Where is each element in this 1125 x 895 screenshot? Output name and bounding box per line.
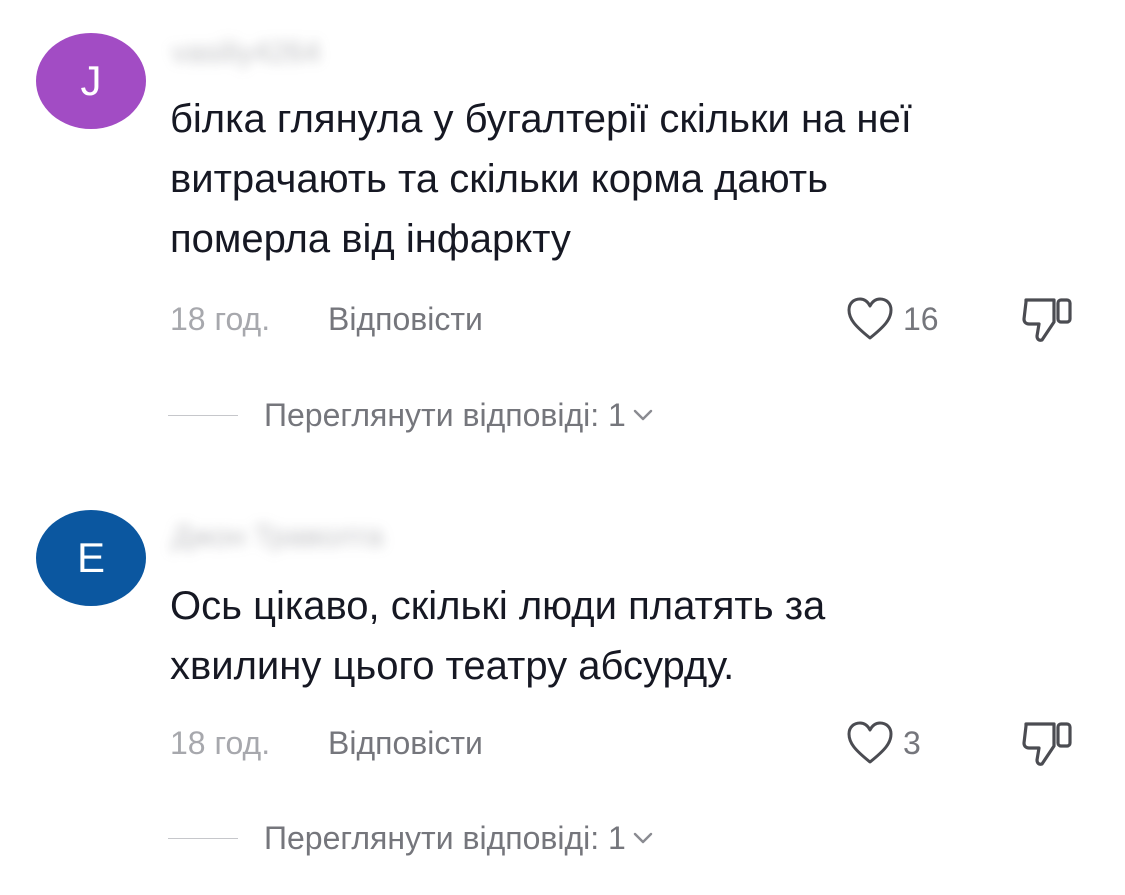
- chevron-down-icon: [633, 832, 653, 844]
- avatar-letter: E: [76, 534, 105, 581]
- username[interactable]: Джон Траволта: [172, 520, 383, 553]
- thumbs-down-outline-icon: [1022, 722, 1072, 766]
- like-button[interactable]: 3: [845, 718, 921, 768]
- divider-line: [168, 837, 238, 839]
- comment-time: 18 год.: [170, 724, 271, 761]
- dislike-button[interactable]: [1020, 718, 1078, 768]
- comment-text: Ось цікаво, скількі люди платять за хвил…: [170, 576, 1050, 696]
- comment: E Джон Траволта Ось цікаво, скількі люди…: [0, 0, 1125, 895]
- heart-outline-icon: [847, 721, 893, 764]
- comment-text-line: хвилину цього театру абсурду.: [170, 644, 735, 688]
- view-replies-label: Переглянути відповіді: 1: [264, 819, 626, 856]
- reply-button[interactable]: Відповісти: [328, 725, 483, 762]
- comment-text-line: Ось цікаво, скількі люди платять за: [170, 584, 826, 628]
- comment-meta: 18 год. Відповісти: [170, 718, 483, 768]
- view-replies-button[interactable]: Переглянути відповіді: 1: [168, 818, 654, 858]
- avatar[interactable]: E: [36, 510, 146, 606]
- like-count: 3: [903, 724, 921, 761]
